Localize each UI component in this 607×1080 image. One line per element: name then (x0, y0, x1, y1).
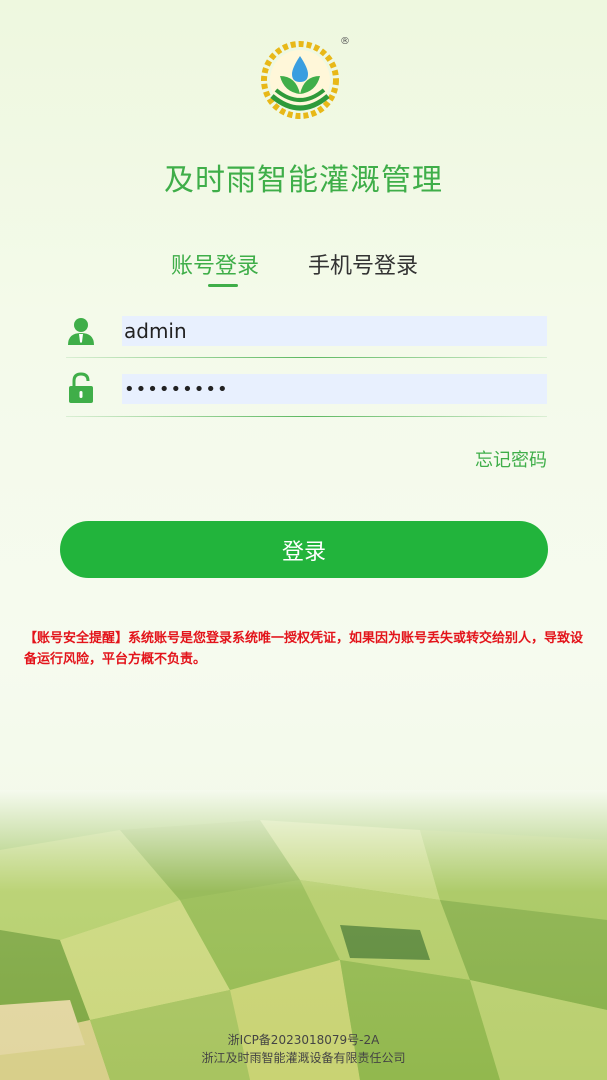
lock-icon (66, 372, 96, 403)
active-tab-indicator (208, 284, 238, 287)
tab-phone-login[interactable]: 手机号登录 (308, 248, 418, 280)
forgot-password-link[interactable]: 忘记密码 (475, 446, 547, 472)
login-screen: ® 及时雨智能灌溉管理 账号登录 手机号登录 忘记密码 登录 【账号安全提醒】系… (0, 0, 607, 1080)
footer-company-name: 浙江及时雨智能灌溉设备有限责任公司 (201, 1051, 406, 1065)
tab-account-login[interactable]: 账号登录 (171, 248, 259, 280)
app-logo (254, 38, 346, 120)
password-input[interactable] (122, 374, 547, 404)
footer-icp-number: 浙ICP备2023018079号-2A (227, 1033, 380, 1047)
user-icon (66, 316, 96, 346)
registered-mark: ® (340, 36, 350, 47)
app-title: 及时雨智能灌溉管理 (164, 163, 443, 198)
account-security-notice: 【账号安全提醒】系统账号是您登录系统唯一授权凭证，如果因为账号丢失或转交给别人，… (24, 631, 584, 667)
username-input[interactable] (122, 316, 547, 346)
username-divider (66, 357, 547, 358)
login-button[interactable]: 登录 (60, 521, 548, 578)
password-divider (66, 416, 547, 417)
